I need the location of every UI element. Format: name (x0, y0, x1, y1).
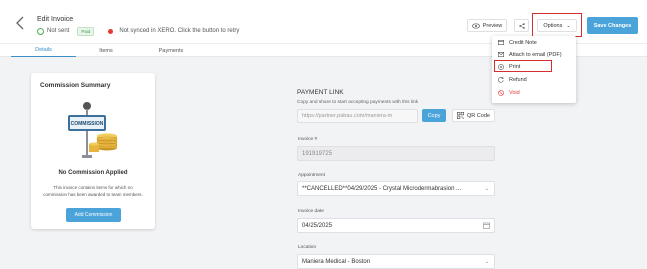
commission-summary-title: Commission Summary (40, 82, 111, 89)
mail-icon (498, 52, 504, 58)
invoice-date-label: Invoice date (298, 209, 324, 214)
eye-icon (471, 22, 480, 29)
options-button[interactable]: Options ⌄ (537, 19, 577, 32)
menu-item-refund[interactable]: Refund (492, 74, 576, 85)
share-icon (518, 22, 525, 29)
back-arrow-icon[interactable] (13, 15, 29, 31)
tab-details[interactable]: Details (11, 44, 76, 57)
appointment-label: Appointment (298, 173, 325, 178)
refund-icon (498, 76, 504, 83)
page-title: Edit Invoice (37, 16, 74, 23)
invoice-number-label: Invoice # (298, 137, 318, 142)
invoice-date-field[interactable]: 04/25/2025 (297, 218, 495, 233)
commission-sign-illustration: COMMISSION (68, 102, 118, 158)
share-button[interactable] (514, 19, 529, 32)
payment-link-description: Copy and share to start accepting paymen… (297, 100, 419, 105)
payment-link-url-field[interactable]: https://partner.pabau.com/maniera-m (297, 109, 418, 123)
location-value: Maniera Medical - Boston (302, 259, 371, 265)
invoice-date-value: 04/25/2025 (302, 223, 333, 229)
menu-item-label: Refund (509, 76, 527, 83)
preview-button[interactable]: Preview (467, 19, 507, 32)
print-highlight-box (494, 60, 552, 72)
paid-badge: Paid (77, 26, 95, 36)
credit-card-icon (498, 40, 504, 46)
menu-item-void[interactable]: Void (492, 87, 576, 98)
no-commission-title: No Commission Applied (58, 170, 128, 176)
appointment-value: **CANCELLED**04/29/2025 - Crystal Microd… (302, 186, 462, 192)
tab-items[interactable]: Items (76, 44, 136, 57)
void-icon (498, 89, 504, 96)
chevron-down-icon: ⌄ (484, 259, 489, 265)
chevron-down-icon: ⌄ (566, 22, 571, 29)
add-commission-button[interactable]: Add Commission (66, 208, 121, 222)
sync-status[interactable]: Not synced in XERO. Click the button to … (119, 28, 239, 34)
status-row: Not sent Paid Not synced in XERO. Click … (37, 26, 239, 36)
payment-link-title: PAYMENT LINK (297, 89, 344, 96)
qr-code-button[interactable]: QR Code (452, 109, 495, 122)
options-label: Options (543, 22, 563, 29)
location-label: Location (298, 245, 317, 250)
save-changes-button[interactable]: Save Changes (587, 17, 638, 34)
menu-item-label: Credit Note (509, 39, 537, 46)
sent-status: Not sent (47, 28, 70, 34)
commission-sign-text: COMMISSION (71, 121, 104, 127)
preview-label: Preview (482, 22, 503, 29)
copy-link-button[interactable]: Copy (422, 109, 446, 122)
invoice-number-field: 191919725 (297, 146, 495, 161)
location-select[interactable]: Maniera Medical - Boston ⌄ (297, 254, 495, 269)
chevron-down-icon: ⌄ (484, 186, 489, 192)
calendar-icon (483, 222, 490, 229)
tab-payments[interactable]: Payments (136, 44, 206, 57)
no-commission-description: This invoice contains items for which no… (43, 185, 143, 197)
sync-error-dot-icon (108, 28, 114, 34)
qr-code-icon (457, 112, 465, 119)
not-sent-ring-icon (37, 27, 44, 35)
commission-summary-card: Commission Summary COMMISSION No Commiss… (31, 73, 155, 229)
menu-item-credit-note[interactable]: Credit Note (492, 37, 576, 48)
menu-item-label: Attach to email (PDF) (509, 51, 562, 58)
appointment-select[interactable]: **CANCELLED**04/29/2025 - Crystal Microd… (297, 181, 495, 196)
menu-item-label: Void (509, 89, 520, 96)
menu-item-attach-email[interactable]: Attach to email (PDF) (492, 49, 576, 60)
qr-code-label: QR Code (467, 112, 490, 119)
page: Edit Invoice Not sent Paid Not synced in… (0, 0, 647, 269)
